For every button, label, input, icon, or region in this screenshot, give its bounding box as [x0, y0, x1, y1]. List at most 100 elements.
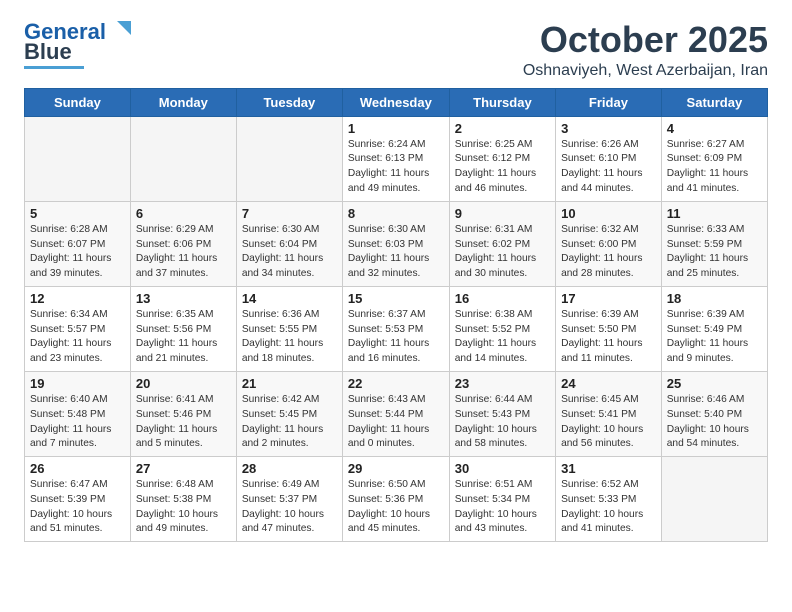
- day-number: 13: [136, 291, 231, 306]
- calendar-cell: 21 Sunrise: 6:42 AM Sunset: 5:45 PM Dayli…: [236, 371, 342, 456]
- day-info: Sunrise: 6:33 AM Sunset: 5:59 PM Dayligh…: [667, 223, 762, 282]
- day-info: Sunrise: 6:47 AM Sunset: 5:39 PM Dayligh…: [30, 478, 125, 537]
- weekday-header-friday: Friday: [556, 88, 662, 116]
- day-info: Sunrise: 6:35 AM Sunset: 5:56 PM Dayligh…: [136, 308, 231, 367]
- day-info: Sunrise: 6:34 AM Sunset: 5:57 PM Dayligh…: [30, 308, 125, 367]
- day-number: 12: [30, 291, 125, 306]
- logo: General Blue: [24, 20, 131, 69]
- day-info: Sunrise: 6:40 AM Sunset: 5:48 PM Dayligh…: [30, 393, 125, 452]
- day-info: Sunrise: 6:44 AM Sunset: 5:43 PM Dayligh…: [455, 393, 550, 452]
- day-info: Sunrise: 6:37 AM Sunset: 5:53 PM Dayligh…: [348, 308, 444, 367]
- day-info: Sunrise: 6:28 AM Sunset: 6:07 PM Dayligh…: [30, 223, 125, 282]
- weekday-header-sunday: Sunday: [25, 88, 131, 116]
- day-info: Sunrise: 6:31 AM Sunset: 6:02 PM Dayligh…: [455, 223, 550, 282]
- day-info: Sunrise: 6:50 AM Sunset: 5:36 PM Dayligh…: [348, 478, 444, 537]
- weekday-header-wednesday: Wednesday: [342, 88, 449, 116]
- calendar-cell: 19 Sunrise: 6:40 AM Sunset: 5:48 PM Dayli…: [25, 371, 131, 456]
- day-number: 21: [242, 376, 337, 391]
- day-number: 10: [561, 206, 656, 221]
- weekday-header-saturday: Saturday: [661, 88, 767, 116]
- day-number: 31: [561, 461, 656, 476]
- calendar-cell: 25Sunrise: 6:46 AM Sunset: 5:40 PM Dayli…: [661, 371, 767, 456]
- day-number: 5: [30, 206, 125, 221]
- calendar-cell: 29 Sunrise: 6:50 AM Sunset: 5:36 PM Dayli…: [342, 457, 449, 542]
- day-number: 9: [455, 206, 550, 221]
- calendar-cell: 8 Sunrise: 6:30 AM Sunset: 6:03 PM Daylig…: [342, 201, 449, 286]
- location-subtitle: Oshnaviyeh, West Azerbaijan, Iran: [523, 62, 768, 80]
- day-info: Sunrise: 6:41 AM Sunset: 5:46 PM Dayligh…: [136, 393, 231, 452]
- calendar-cell: 2 Sunrise: 6:25 AM Sunset: 6:12 PM Daylig…: [449, 116, 555, 201]
- calendar-week-row: 19 Sunrise: 6:40 AM Sunset: 5:48 PM Dayli…: [25, 371, 768, 456]
- day-number: 18: [667, 291, 762, 306]
- calendar-week-row: 1 Sunrise: 6:24 AM Sunset: 6:13 PM Daylig…: [25, 116, 768, 201]
- day-info: Sunrise: 6:39 AM Sunset: 5:50 PM Dayligh…: [561, 308, 656, 367]
- calendar-cell: 15 Sunrise: 6:37 AM Sunset: 5:53 PM Dayli…: [342, 286, 449, 371]
- day-number: 15: [348, 291, 444, 306]
- day-number: 30: [455, 461, 550, 476]
- day-number: 22: [348, 376, 444, 391]
- day-number: 26: [30, 461, 125, 476]
- day-number: 20: [136, 376, 231, 391]
- day-number: 25: [667, 376, 762, 391]
- month-title: October 2025: [523, 20, 768, 60]
- calendar-week-row: 26 Sunrise: 6:47 AM Sunset: 5:39 PM Dayli…: [25, 457, 768, 542]
- calendar-cell: 12 Sunrise: 6:34 AM Sunset: 5:57 PM Dayli…: [25, 286, 131, 371]
- day-number: 19: [30, 376, 125, 391]
- weekday-header-row: SundayMondayTuesdayWednesdayThursdayFrid…: [25, 88, 768, 116]
- calendar-cell: [25, 116, 131, 201]
- calendar-cell: 9 Sunrise: 6:31 AM Sunset: 6:02 PM Daylig…: [449, 201, 555, 286]
- calendar-cell: 1 Sunrise: 6:24 AM Sunset: 6:13 PM Daylig…: [342, 116, 449, 201]
- calendar-cell: 13 Sunrise: 6:35 AM Sunset: 5:56 PM Dayli…: [130, 286, 236, 371]
- day-info: Sunrise: 6:25 AM Sunset: 6:12 PM Dayligh…: [455, 138, 550, 197]
- day-info: Sunrise: 6:45 AM Sunset: 5:41 PM Dayligh…: [561, 393, 656, 452]
- day-number: 29: [348, 461, 444, 476]
- day-info: Sunrise: 6:26 AM Sunset: 6:10 PM Dayligh…: [561, 138, 656, 197]
- day-number: 2: [455, 121, 550, 136]
- calendar: SundayMondayTuesdayWednesdayThursdayFrid…: [24, 88, 768, 543]
- day-info: Sunrise: 6:29 AM Sunset: 6:06 PM Dayligh…: [136, 223, 231, 282]
- calendar-cell: 23Sunrise: 6:44 AM Sunset: 5:43 PM Dayli…: [449, 371, 555, 456]
- calendar-cell: [661, 457, 767, 542]
- calendar-cell: [236, 116, 342, 201]
- day-number: 14: [242, 291, 337, 306]
- calendar-cell: 4 Sunrise: 6:27 AM Sunset: 6:09 PM Daylig…: [661, 116, 767, 201]
- day-number: 4: [667, 121, 762, 136]
- calendar-week-row: 5 Sunrise: 6:28 AM Sunset: 6:07 PM Daylig…: [25, 201, 768, 286]
- day-number: 11: [667, 206, 762, 221]
- day-info: Sunrise: 6:49 AM Sunset: 5:37 PM Dayligh…: [242, 478, 337, 537]
- day-info: Sunrise: 6:27 AM Sunset: 6:09 PM Dayligh…: [667, 138, 762, 197]
- day-number: 28: [242, 461, 337, 476]
- day-info: Sunrise: 6:30 AM Sunset: 6:03 PM Dayligh…: [348, 223, 444, 282]
- calendar-cell: 11 Sunrise: 6:33 AM Sunset: 5:59 PM Dayli…: [661, 201, 767, 286]
- day-number: 24: [561, 376, 656, 391]
- day-info: Sunrise: 6:42 AM Sunset: 5:45 PM Dayligh…: [242, 393, 337, 452]
- day-number: 27: [136, 461, 231, 476]
- day-number: 16: [455, 291, 550, 306]
- day-info: Sunrise: 6:24 AM Sunset: 6:13 PM Dayligh…: [348, 138, 444, 197]
- day-info: Sunrise: 6:48 AM Sunset: 5:38 PM Dayligh…: [136, 478, 231, 537]
- weekday-header-monday: Monday: [130, 88, 236, 116]
- calendar-cell: 5 Sunrise: 6:28 AM Sunset: 6:07 PM Daylig…: [25, 201, 131, 286]
- calendar-cell: 22 Sunrise: 6:43 AM Sunset: 5:44 PM Dayli…: [342, 371, 449, 456]
- calendar-cell: 20 Sunrise: 6:41 AM Sunset: 5:46 PM Dayli…: [130, 371, 236, 456]
- day-info: Sunrise: 6:38 AM Sunset: 5:52 PM Dayligh…: [455, 308, 550, 367]
- weekday-header-tuesday: Tuesday: [236, 88, 342, 116]
- day-number: 1: [348, 121, 444, 136]
- calendar-cell: 6 Sunrise: 6:29 AM Sunset: 6:06 PM Daylig…: [130, 201, 236, 286]
- logo-icon: [109, 17, 131, 39]
- calendar-cell: 3 Sunrise: 6:26 AM Sunset: 6:10 PM Daylig…: [556, 116, 662, 201]
- day-info: Sunrise: 6:51 AM Sunset: 5:34 PM Dayligh…: [455, 478, 550, 537]
- day-info: Sunrise: 6:52 AM Sunset: 5:33 PM Dayligh…: [561, 478, 656, 537]
- day-number: 8: [348, 206, 444, 221]
- day-number: 3: [561, 121, 656, 136]
- day-info: Sunrise: 6:32 AM Sunset: 6:00 PM Dayligh…: [561, 223, 656, 282]
- day-info: Sunrise: 6:36 AM Sunset: 5:55 PM Dayligh…: [242, 308, 337, 367]
- day-number: 6: [136, 206, 231, 221]
- calendar-week-row: 12 Sunrise: 6:34 AM Sunset: 5:57 PM Dayli…: [25, 286, 768, 371]
- calendar-cell: 27 Sunrise: 6:48 AM Sunset: 5:38 PM Dayli…: [130, 457, 236, 542]
- day-info: Sunrise: 6:39 AM Sunset: 5:49 PM Dayligh…: [667, 308, 762, 367]
- day-info: Sunrise: 6:30 AM Sunset: 6:04 PM Dayligh…: [242, 223, 337, 282]
- title-area: October 2025 Oshnaviyeh, West Azerbaijan…: [523, 20, 768, 80]
- day-info: Sunrise: 6:43 AM Sunset: 5:44 PM Dayligh…: [348, 393, 444, 452]
- calendar-cell: 28 Sunrise: 6:49 AM Sunset: 5:37 PM Dayli…: [236, 457, 342, 542]
